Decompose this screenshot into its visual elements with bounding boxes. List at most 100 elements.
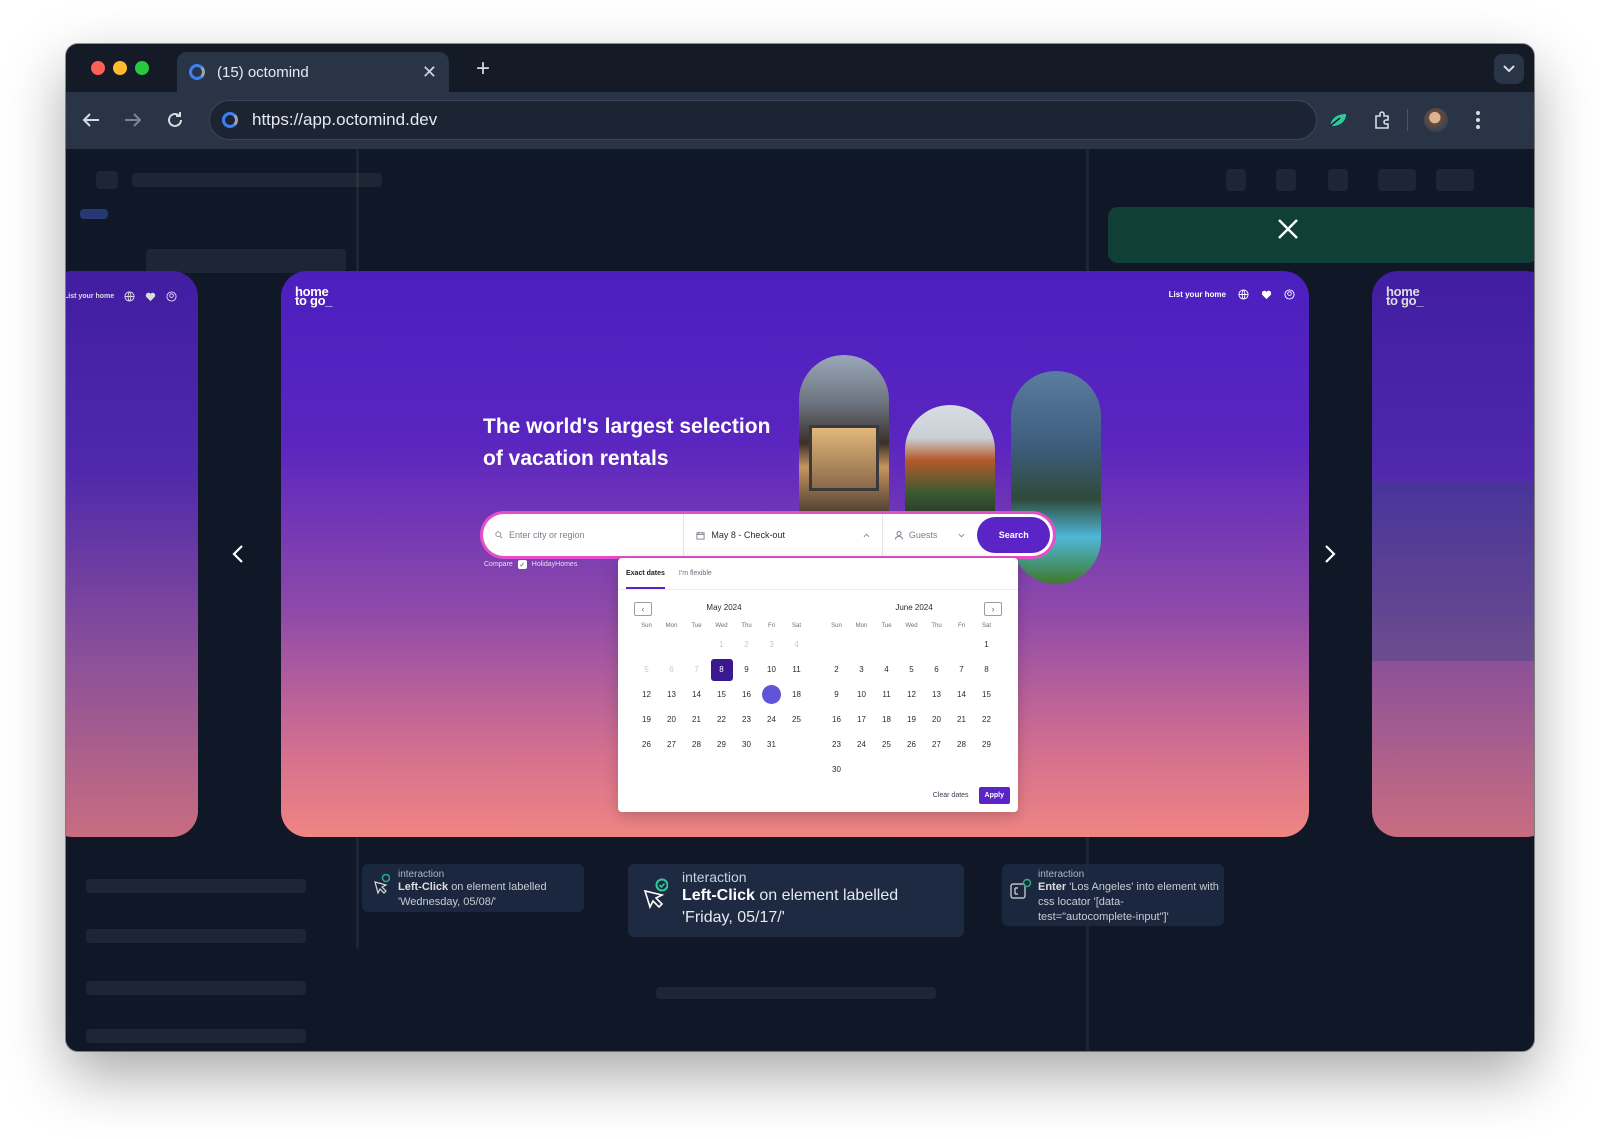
day-cell[interactable]: 15 — [974, 682, 999, 707]
day-cell[interactable]: 24 — [759, 707, 784, 732]
day-cell: 6 — [669, 665, 674, 674]
day-cell[interactable]: 10 — [759, 657, 784, 682]
day-cell[interactable]: 27 — [924, 732, 949, 757]
day-cell[interactable]: 9 — [734, 657, 759, 682]
day-cell[interactable]: 14 — [684, 682, 709, 707]
day-cell[interactable]: 26 — [899, 732, 924, 757]
day-cell[interactable]: 1 — [974, 632, 999, 657]
day-cell[interactable]: 22 — [709, 707, 734, 732]
day-cell[interactable]: 4 — [874, 657, 899, 682]
day-cell[interactable]: 18 — [874, 707, 899, 732]
profile-button[interactable] — [1420, 104, 1452, 136]
more-vertical-icon — [1476, 111, 1480, 129]
browser-tab[interactable]: (15) octomind ✕ — [177, 52, 449, 92]
tab-flexible[interactable]: I'm flexible — [679, 570, 712, 589]
day-cell[interactable]: 16 — [824, 707, 849, 732]
tab-exact-dates[interactable]: Exact dates — [626, 570, 665, 589]
extension-leaf-button[interactable] — [1322, 104, 1354, 136]
browser-menu-button[interactable] — [1462, 104, 1494, 136]
chevron-right-icon[interactable] — [1318, 543, 1340, 565]
extensions-button[interactable] — [1366, 104, 1398, 136]
day-cell[interactable]: 8 — [709, 657, 734, 682]
new-tab-button[interactable]: + — [466, 52, 500, 86]
day-cell[interactable]: 29 — [709, 732, 734, 757]
day-cell[interactable]: 21 — [949, 707, 974, 732]
day-cell[interactable]: 16 — [734, 682, 759, 707]
day-cell[interactable]: 25 — [874, 732, 899, 757]
close-icon[interactable] — [1274, 215, 1302, 243]
day-cell[interactable]: 7 — [949, 657, 974, 682]
destination-placeholder: Enter city or region — [509, 530, 585, 540]
day-cell[interactable]: 20 — [924, 707, 949, 732]
user-icon[interactable] — [1284, 289, 1295, 300]
dates-field[interactable]: May 8 - Check-out — [684, 514, 883, 556]
day-cell[interactable]: 28 — [949, 732, 974, 757]
day-cell[interactable]: 11 — [784, 657, 809, 682]
chevron-left-icon[interactable] — [228, 543, 250, 565]
day-cell[interactable]: 30 — [824, 757, 849, 782]
app-toolbar-placeholder — [1226, 169, 1246, 191]
day-cell[interactable]: 20 — [659, 707, 684, 732]
reload-button[interactable] — [159, 104, 191, 136]
app-breadcrumb-placeholder — [132, 173, 382, 187]
day-cell[interactable]: 17 — [849, 707, 874, 732]
clear-dates-button[interactable]: Clear dates — [933, 792, 969, 799]
day-cell[interactable]: 13 — [924, 682, 949, 707]
next-screenshot-card[interactable]: home to go_ — [1372, 271, 1534, 837]
day-cell[interactable]: 12 — [899, 682, 924, 707]
tab-title: (15) octomind — [217, 63, 309, 81]
day-cell[interactable]: 30 — [734, 732, 759, 757]
day-cell[interactable]: 29 — [974, 732, 999, 757]
day-cell[interactable]: 28 — [684, 732, 709, 757]
day-cell[interactable]: 10 — [849, 682, 874, 707]
destination-input[interactable]: Enter city or region — [483, 514, 685, 556]
interaction-card[interactable]: interaction Left-Click on element labell… — [362, 864, 584, 912]
back-button[interactable] — [75, 104, 107, 136]
day-cell[interactable]: 5 — [899, 657, 924, 682]
interaction-card[interactable]: interaction Enter 'Los Angeles' into ele… — [1002, 864, 1224, 926]
day-cell[interactable]: 24 — [849, 732, 874, 757]
day-cell[interactable]: 11 — [874, 682, 899, 707]
guests-field[interactable]: Guests — [883, 514, 978, 556]
address-bar[interactable]: https://app.octomind.dev — [209, 100, 1317, 140]
search-button[interactable]: Search — [977, 517, 1050, 553]
holidayhomes-checkbox[interactable]: ✓ — [517, 560, 527, 569]
maximize-window-button[interactable] — [135, 61, 149, 75]
previous-screenshot-card[interactable]: List your home — [66, 271, 198, 837]
leaf-icon — [1329, 114, 1346, 127]
interaction-card-active[interactable]: interaction Left-Click on element labell… — [628, 864, 964, 937]
globe-icon[interactable] — [1238, 289, 1249, 300]
day-cell[interactable]: 15 — [709, 682, 734, 707]
list-your-home-link[interactable]: List your home — [1169, 290, 1226, 299]
day-cell[interactable]: 6 — [924, 657, 949, 682]
day-cell[interactable]: 21 — [684, 707, 709, 732]
close-window-button[interactable] — [91, 61, 105, 75]
guests-placeholder: Guests — [908, 530, 938, 540]
day-cell[interactable]: 23 — [824, 732, 849, 757]
chevron-down-icon — [959, 533, 965, 537]
day-cell[interactable]: 2 — [824, 657, 849, 682]
day-cell[interactable]: 22 — [974, 707, 999, 732]
day-cell[interactable]: 12 — [634, 682, 659, 707]
apply-button[interactable]: Apply — [978, 787, 1010, 804]
day-cell[interactable]: 17 — [759, 682, 784, 707]
day-cell[interactable]: 31 — [759, 732, 784, 757]
tab-search-button[interactable] — [1494, 54, 1524, 84]
day-cell[interactable]: 26 — [634, 732, 659, 757]
day-cell[interactable]: 23 — [734, 707, 759, 732]
day-cell[interactable]: 27 — [659, 732, 684, 757]
day-cell[interactable]: 18 — [784, 682, 809, 707]
day-cell[interactable]: 8 — [974, 657, 999, 682]
day-cell[interactable]: 13 — [659, 682, 684, 707]
close-tab-icon[interactable]: ✕ — [422, 62, 437, 83]
day-cell[interactable]: 14 — [949, 682, 974, 707]
day-cell[interactable]: 19 — [634, 707, 659, 732]
heart-icon[interactable] — [1261, 289, 1272, 300]
app-sidebar-placeholder — [86, 981, 306, 995]
day-cell[interactable]: 19 — [899, 707, 924, 732]
day-cell[interactable]: 3 — [849, 657, 874, 682]
day-cell[interactable]: 9 — [824, 682, 849, 707]
forward-button[interactable] — [117, 104, 149, 136]
day-cell[interactable]: 25 — [784, 707, 809, 732]
minimize-window-button[interactable] — [113, 61, 127, 75]
